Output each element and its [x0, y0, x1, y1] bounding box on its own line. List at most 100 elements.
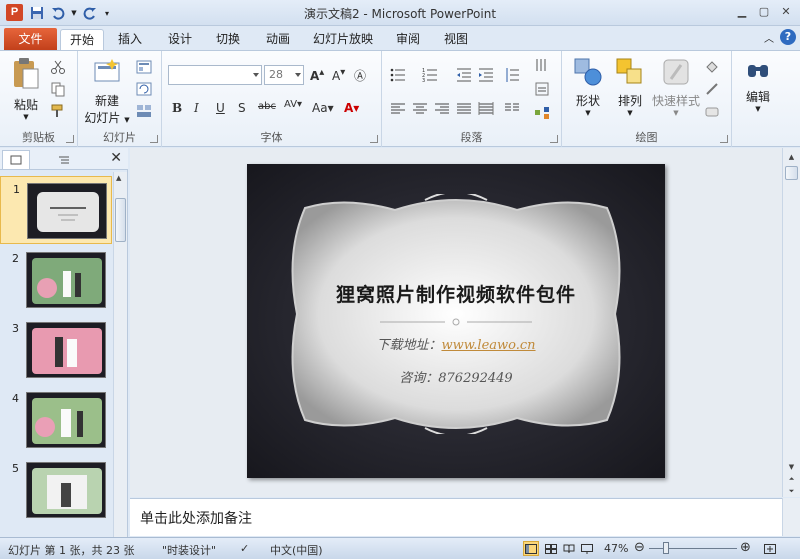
slides-launcher[interactable]: [150, 135, 158, 143]
clear-formatting-icon[interactable]: Ⓐ: [354, 67, 366, 84]
slide-thumbnail-5[interactable]: 5: [0, 456, 112, 524]
editing-button[interactable]: 编辑 ▼: [738, 57, 778, 113]
slide-vertical-scrollbar[interactable]: ▲ ▼ ⏶ ⏷: [782, 148, 800, 497]
tab-file[interactable]: 文件: [4, 28, 57, 50]
slide-thumbnail-4[interactable]: 4: [0, 386, 112, 454]
numbering-icon[interactable]: 123: [422, 67, 438, 84]
group-editing: 编辑 ▼: [732, 51, 800, 147]
change-case-icon[interactable]: Aa▾: [312, 101, 334, 115]
tab-outline[interactable]: [50, 150, 78, 169]
slide-thumbnail-2[interactable]: 2: [0, 246, 112, 314]
spell-check-icon[interactable]: ✓: [240, 542, 249, 555]
quick-styles-button[interactable]: 快速样式 ▼: [650, 57, 702, 117]
help-area: ︿ ?: [764, 29, 796, 45]
strikethrough-icon[interactable]: abc: [258, 101, 276, 112]
bold-icon[interactable]: B: [172, 101, 182, 115]
columns-icon[interactable]: [504, 101, 520, 117]
close-icon[interactable]: ✕: [776, 3, 796, 20]
italic-icon[interactable]: I: [194, 101, 199, 115]
next-slide-icon[interactable]: ⏷: [785, 484, 798, 498]
minimize-ribbon-icon[interactable]: ︿: [764, 30, 774, 45]
language[interactable]: 中文(中国): [270, 542, 323, 558]
normal-view-icon[interactable]: [523, 541, 539, 556]
reading-view-icon[interactable]: [561, 541, 577, 556]
maximize-icon[interactable]: ▢: [754, 3, 774, 20]
align-text-icon[interactable]: [534, 81, 550, 97]
align-right-icon[interactable]: [434, 101, 450, 117]
shapes-button[interactable]: 形状 ▼: [568, 57, 608, 117]
slides-panel-scrollbar[interactable]: ▲: [113, 172, 127, 537]
zoom-slider-knob[interactable]: [663, 542, 669, 554]
decrease-indent-icon[interactable]: [456, 67, 472, 83]
clipboard-launcher[interactable]: [66, 135, 74, 143]
justify-icon[interactable]: [456, 101, 472, 117]
format-painter-icon[interactable]: [50, 103, 66, 119]
shape-outline-icon[interactable]: [704, 81, 720, 97]
notes-scrollbar[interactable]: [782, 498, 800, 536]
scroll-up-arrow-icon[interactable]: ▲: [785, 150, 798, 164]
arrange-icon: [610, 57, 650, 90]
align-center-icon[interactable]: [412, 101, 428, 117]
minimize-icon[interactable]: ▁: [732, 3, 752, 20]
line-spacing-icon[interactable]: [504, 67, 520, 83]
notes-pane[interactable]: 单击此处添加备注: [130, 498, 782, 536]
tab-view[interactable]: 视图: [436, 29, 476, 50]
tab-slides-thumbnails[interactable]: [2, 150, 30, 169]
slide-contact-line[interactable]: 咨询：876292449: [247, 367, 665, 386]
theme-name[interactable]: "时装设计": [162, 542, 216, 558]
tab-slideshow[interactable]: 幻灯片放映: [308, 29, 378, 50]
shape-effects-icon[interactable]: [704, 103, 720, 119]
slide-thumbnail-1[interactable]: 1: [0, 176, 112, 244]
shadow-icon[interactable]: S: [238, 101, 246, 115]
section-icon[interactable]: [136, 103, 152, 119]
slide-thumbnail-3[interactable]: 3: [0, 316, 112, 384]
layout-icon[interactable]: [136, 59, 152, 75]
character-spacing-icon[interactable]: AV▾: [284, 99, 302, 110]
notes-placeholder[interactable]: 单击此处添加备注: [140, 508, 252, 528]
font-color-icon[interactable]: A▾: [344, 101, 359, 115]
arrange-button[interactable]: 排列 ▼: [610, 57, 650, 117]
increase-indent-icon[interactable]: [478, 67, 494, 83]
fit-to-window-icon[interactable]: [762, 541, 778, 556]
help-icon[interactable]: ?: [780, 29, 796, 45]
align-left-icon[interactable]: [390, 101, 406, 117]
paragraph-launcher[interactable]: [550, 135, 558, 143]
new-slide-button[interactable]: 新建 幻灯片 ▼: [84, 57, 130, 126]
cut-icon[interactable]: [50, 59, 66, 75]
download-link[interactable]: www.leawo.cn: [441, 338, 535, 353]
zoom-in-icon[interactable]: ⊕: [740, 540, 751, 555]
tab-design[interactable]: 设计: [160, 29, 200, 50]
tab-review[interactable]: 审阅: [388, 29, 428, 50]
arrange-dropdown-icon: ▼: [627, 109, 633, 117]
zoom-level[interactable]: 47%: [604, 542, 628, 555]
distributed-icon[interactable]: [478, 101, 494, 117]
zoom-out-icon[interactable]: ⊖: [634, 540, 645, 555]
font-size-combo[interactable]: 28: [264, 65, 304, 85]
slide-title[interactable]: 狸窝照片制作视频软件包件: [247, 280, 665, 307]
text-direction-icon[interactable]: [534, 57, 550, 73]
drawing-launcher[interactable]: [720, 135, 728, 143]
scroll-up-icon[interactable]: ▲: [116, 174, 121, 182]
underline-icon[interactable]: U: [216, 101, 225, 115]
slide-download-line[interactable]: 下载地址：www.leawo.cn: [247, 334, 665, 353]
reset-slide-icon[interactable]: [136, 81, 152, 97]
shrink-font-icon[interactable]: A▾: [332, 67, 345, 83]
tab-transitions[interactable]: 切换: [208, 29, 248, 50]
grow-font-icon[interactable]: A▴: [310, 67, 324, 83]
close-panel-icon[interactable]: ✕: [110, 150, 122, 166]
paste-button[interactable]: 粘贴 ▼: [6, 57, 46, 121]
shape-fill-icon[interactable]: [704, 59, 720, 75]
tab-animations[interactable]: 动画: [258, 29, 298, 50]
tab-insert[interactable]: 插入: [110, 29, 150, 50]
slideshow-view-icon[interactable]: [579, 541, 595, 556]
copy-icon[interactable]: [50, 81, 66, 97]
bullets-icon[interactable]: [390, 67, 406, 83]
slides-panel-scroll-thumb[interactable]: [115, 198, 126, 242]
font-name-combo[interactable]: [168, 65, 262, 85]
current-slide[interactable]: 狸窝照片制作视频软件包件 下载地址：www.leawo.cn 咨询：876292…: [247, 164, 665, 478]
slide-sorter-view-icon[interactable]: [543, 541, 559, 556]
font-launcher[interactable]: [370, 135, 378, 143]
slide-scroll-thumb[interactable]: [785, 166, 798, 180]
smartart-icon[interactable]: [534, 105, 550, 121]
tab-home[interactable]: 开始: [60, 29, 104, 50]
